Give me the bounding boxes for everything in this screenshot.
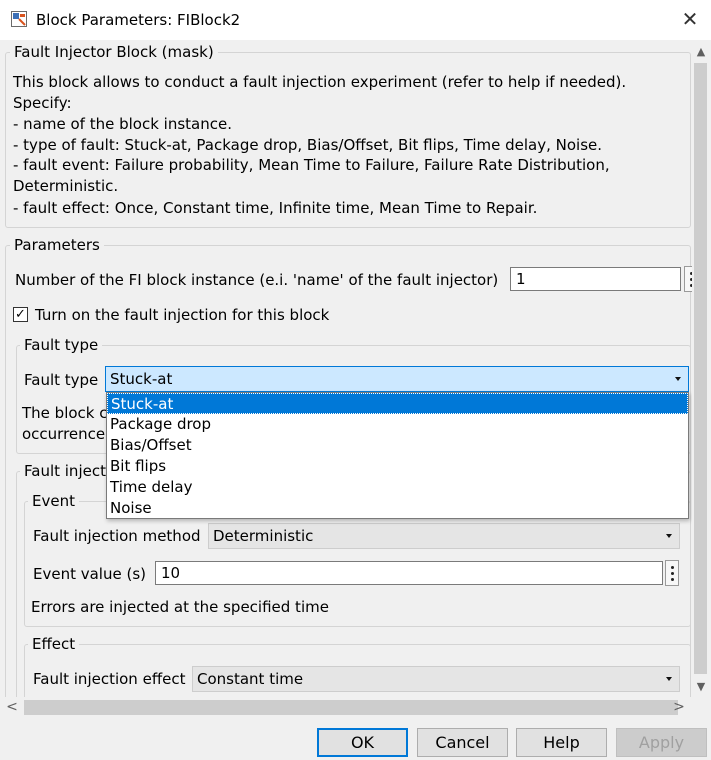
title-bar: Block Parameters: FIBlock2 ✕ [0, 0, 711, 40]
mask-description-line: Deterministic. [13, 177, 119, 195]
mask-description-line: - type of fault: Stuck-at, Package drop,… [13, 136, 603, 154]
dropdown-option[interactable]: Time delay [107, 477, 688, 498]
event-value-more-button[interactable] [665, 560, 679, 586]
chevron-down-icon [675, 377, 681, 381]
instance-input[interactable]: 1 [510, 267, 681, 291]
fault-injection-method-value: Deterministic [213, 527, 314, 545]
fault-injection-effect-value: Constant time [197, 670, 304, 688]
fault-injection-effect-label: Fault injection effect [33, 670, 186, 688]
mask-description-line: This block allows to conduct a fault inj… [13, 73, 627, 91]
scroll-right-icon[interactable]: > [672, 700, 686, 714]
turn-on-checkbox[interactable]: ✓ [13, 307, 28, 322]
parameters-title: Parameters [10, 235, 104, 255]
close-icon[interactable]: ✕ [676, 5, 704, 33]
fault-injection-group-title: Fault inject [20, 461, 110, 481]
dropdown-option[interactable]: Noise [107, 498, 688, 519]
dropdown-option[interactable]: Bit flips [107, 456, 688, 477]
fault-type-label: Fault type [24, 371, 99, 389]
event-value-input[interactable]: 10 [155, 561, 663, 585]
apply-button[interactable]: Apply [616, 728, 707, 757]
ok-button[interactable]: OK [317, 728, 408, 757]
fault-type-dropdown-list: Stuck-at Package drop Bias/Offset Bit fl… [106, 392, 689, 519]
event-group-title: Event [28, 491, 79, 511]
fault-type-description: occurrence. [22, 425, 110, 443]
effect-group-title: Effect [28, 634, 80, 654]
vertical-scroll-thumb[interactable] [694, 63, 707, 674]
help-button[interactable]: Help [516, 728, 607, 757]
fault-injection-method-label: Fault injection method [33, 527, 201, 545]
fault-type-dropdown[interactable]: Stuck-at [105, 366, 689, 392]
fault-type-group-title: Fault type [20, 335, 103, 355]
mask-description-line: Specify: [13, 94, 72, 112]
chevron-down-icon [666, 534, 672, 538]
scroll-down-icon[interactable]: ▼ [694, 680, 708, 694]
turn-on-label: Turn on the fault injection for this blo… [35, 306, 330, 324]
dropdown-option[interactable]: Package drop [107, 414, 688, 435]
event-info-text: Errors are injected at the specified tim… [31, 598, 329, 616]
fault-type-selected-value: Stuck-at [110, 370, 173, 388]
event-value-label: Event value (s) [33, 565, 146, 583]
chevron-down-icon [666, 677, 672, 681]
dropdown-option[interactable]: Bias/Offset [107, 435, 688, 456]
fault-injection-effect-dropdown[interactable]: Constant time [192, 666, 680, 692]
mask-description-line: - fault effect: Once, Constant time, Inf… [13, 199, 538, 217]
mask-description-line: - fault event: Failure probability, Mean… [13, 156, 610, 174]
scroll-left-icon[interactable]: < [5, 700, 19, 714]
mask-description-line: - name of the block instance. [13, 115, 232, 133]
horizontal-scroll-thumb[interactable] [24, 700, 678, 715]
instance-label: Number of the FI block instance (e.i. 'n… [15, 271, 499, 289]
dropdown-option[interactable]: Stuck-at [107, 393, 688, 414]
window-title: Block Parameters: FIBlock2 [36, 11, 241, 29]
mask-title: Fault Injector Block (mask) [10, 42, 218, 62]
fault-injection-method-dropdown[interactable]: Deterministic [208, 523, 680, 549]
fault-type-description: The block c [22, 404, 108, 422]
simulink-app-icon [11, 11, 27, 27]
scroll-up-icon[interactable]: ▲ [694, 45, 708, 59]
cancel-button[interactable]: Cancel [417, 728, 508, 757]
